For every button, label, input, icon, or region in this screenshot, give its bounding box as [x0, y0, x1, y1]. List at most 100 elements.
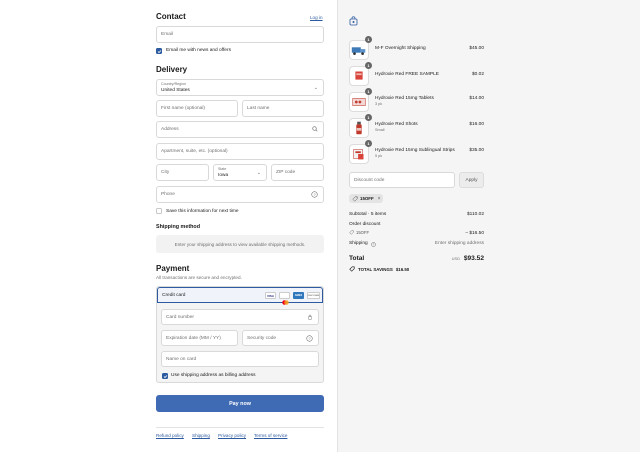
discount-code-field[interactable]: Discount code [349, 172, 455, 188]
item-thumbnail [349, 118, 369, 138]
zip-placeholder: ZIP code [276, 170, 296, 175]
phone-field[interactable]: Phone ? [156, 186, 324, 203]
name-on-card-field[interactable]: Name on card [161, 351, 319, 367]
item-thumbnail [349, 144, 369, 164]
payment-subtitle: All transactions are secure and encrypte… [156, 275, 242, 280]
zip-field[interactable]: ZIP code [271, 164, 324, 181]
quantity-badge: 1 [365, 88, 372, 95]
applied-code-label: 15OFF [360, 196, 374, 201]
item-name: Hydroxie Red FREE SAMPLE [375, 72, 439, 77]
chevron-down-icon: ⌄ [256, 170, 261, 176]
shipping-method-heading: Shipping method [156, 224, 201, 230]
phone-placeholder: Phone [161, 192, 175, 197]
city-field[interactable]: City [156, 164, 209, 181]
apply-label: Apply [465, 177, 478, 183]
strips-icon [353, 149, 364, 160]
country-value: United States [161, 88, 190, 93]
search-icon [312, 126, 318, 132]
tag-icon [352, 196, 358, 202]
truck-icon [351, 47, 366, 55]
order-discount-code: 15OFF [356, 230, 370, 235]
state-label: State [218, 167, 227, 171]
address-placeholder: Address [161, 127, 179, 132]
privacy-policy-link[interactable]: Privacy policy [218, 433, 246, 438]
currency-code: USD [451, 257, 460, 261]
item-price: $16.00 [469, 122, 484, 127]
checkmark-icon [163, 374, 167, 378]
quantity-badge: 1 [365, 62, 372, 69]
pay-now-button[interactable]: Pay now [156, 395, 324, 412]
expiry-placeholder: Expiration date (MM / YY) [166, 335, 221, 341]
apply-button[interactable]: Apply [459, 172, 484, 188]
item-name: M-F Overnight Shipping [375, 46, 426, 51]
item-variant: 3 pk [375, 102, 383, 106]
item-price: $45.00 [469, 46, 484, 51]
help-icon[interactable]: ? [311, 191, 318, 198]
security-code-field[interactable]: Security code ? [242, 330, 319, 346]
discount-code-placeholder: Discount code [354, 177, 385, 183]
payment-box: Credit card VISA AMEX DISCOVER Card numb… [156, 286, 324, 383]
apartment-field[interactable]: Apartment, suite, etc. (optional) [156, 143, 324, 160]
email-placeholder: Email [161, 32, 173, 37]
first-name-field[interactable]: First name (optional) [156, 100, 238, 117]
total-savings-value: $16.50 [395, 266, 410, 272]
address-field[interactable]: Address [156, 121, 324, 138]
help-icon[interactable]: ? [371, 242, 376, 247]
card-number-field[interactable]: Card number [161, 309, 319, 325]
card-number-placeholder: Card number [166, 314, 194, 320]
first-name-placeholder: First name (optional) [161, 106, 205, 111]
expiry-field[interactable]: Expiration date (MM / YY) [161, 330, 238, 346]
lock-icon [307, 314, 313, 320]
checkout-form-column: Contact Log in Email Email me with news … [0, 0, 337, 452]
shipping-value: Enter shipping address [434, 241, 484, 246]
mastercard-icon [279, 292, 290, 305]
quantity-badge: 1 [365, 36, 372, 43]
country-label: Country/Region [161, 82, 186, 86]
order-discount-code-row: 15OFF [349, 230, 369, 235]
item-price: $0.02 [471, 72, 484, 77]
terms-of-service-link[interactable]: Terms of service [254, 433, 287, 438]
last-name-field[interactable]: Last name [242, 100, 324, 117]
order-summary-column [337, 0, 640, 452]
quantity-badge: 1 [365, 140, 372, 147]
subtotal-value: $110.02 [467, 212, 484, 217]
item-thumbnail [349, 40, 369, 60]
subtotal-label: Subtotal · 5 items [349, 212, 387, 217]
save-info-label: Save this information for next time [166, 209, 239, 214]
quantity-badge: 1 [365, 114, 372, 121]
footer-divider [156, 427, 324, 428]
state-value: Iowa [218, 173, 229, 178]
total-savings-row: TOTAL SAVINGS $16.50 [349, 266, 409, 272]
pay-now-label: Pay now [229, 400, 251, 407]
order-discount-label: Order discount [349, 222, 381, 227]
shipping-method-message: Enter your shipping address to view avai… [174, 241, 306, 247]
apartment-placeholder: Apartment, suite, etc. (optional) [161, 149, 228, 154]
news-checkbox[interactable] [156, 48, 162, 54]
applied-discount-chip: 15OFF × [349, 194, 383, 203]
billing-label: Use shipping address as billing address [171, 373, 256, 378]
bottle-icon [356, 121, 362, 135]
item-thumbnail [349, 92, 369, 112]
refund-policy-link[interactable]: Refund policy [156, 433, 184, 438]
state-select[interactable]: State Iowa ⌄ [213, 164, 267, 181]
save-info-checkbox[interactable] [156, 208, 162, 214]
last-name-placeholder: Last name [247, 106, 270, 111]
remove-discount-icon[interactable]: × [378, 196, 381, 202]
country-select[interactable]: Country/Region United States ⌄ [156, 79, 324, 96]
total-amount: USD $93.52 [452, 255, 484, 262]
order-discount-value: – $16.50 [465, 231, 484, 236]
shipping-policy-link[interactable]: Shipping [192, 433, 210, 438]
visa-icon: VISA [265, 292, 276, 299]
billing-checkbox[interactable] [162, 373, 168, 379]
login-link[interactable]: Log in [310, 15, 323, 20]
credit-card-option[interactable]: Credit card VISA AMEX DISCOVER [157, 287, 323, 305]
help-icon[interactable]: ? [306, 335, 313, 342]
amex-icon: AMEX [293, 292, 304, 299]
payment-heading: Payment [156, 264, 190, 273]
shopping-bag-icon[interactable] [349, 16, 358, 26]
chevron-down-icon: ⌄ [313, 85, 318, 91]
email-field[interactable]: Email [156, 26, 324, 43]
svg-text:?: ? [373, 242, 375, 246]
item-variant: 5 pk [375, 154, 383, 158]
total-label: Total [349, 255, 365, 262]
